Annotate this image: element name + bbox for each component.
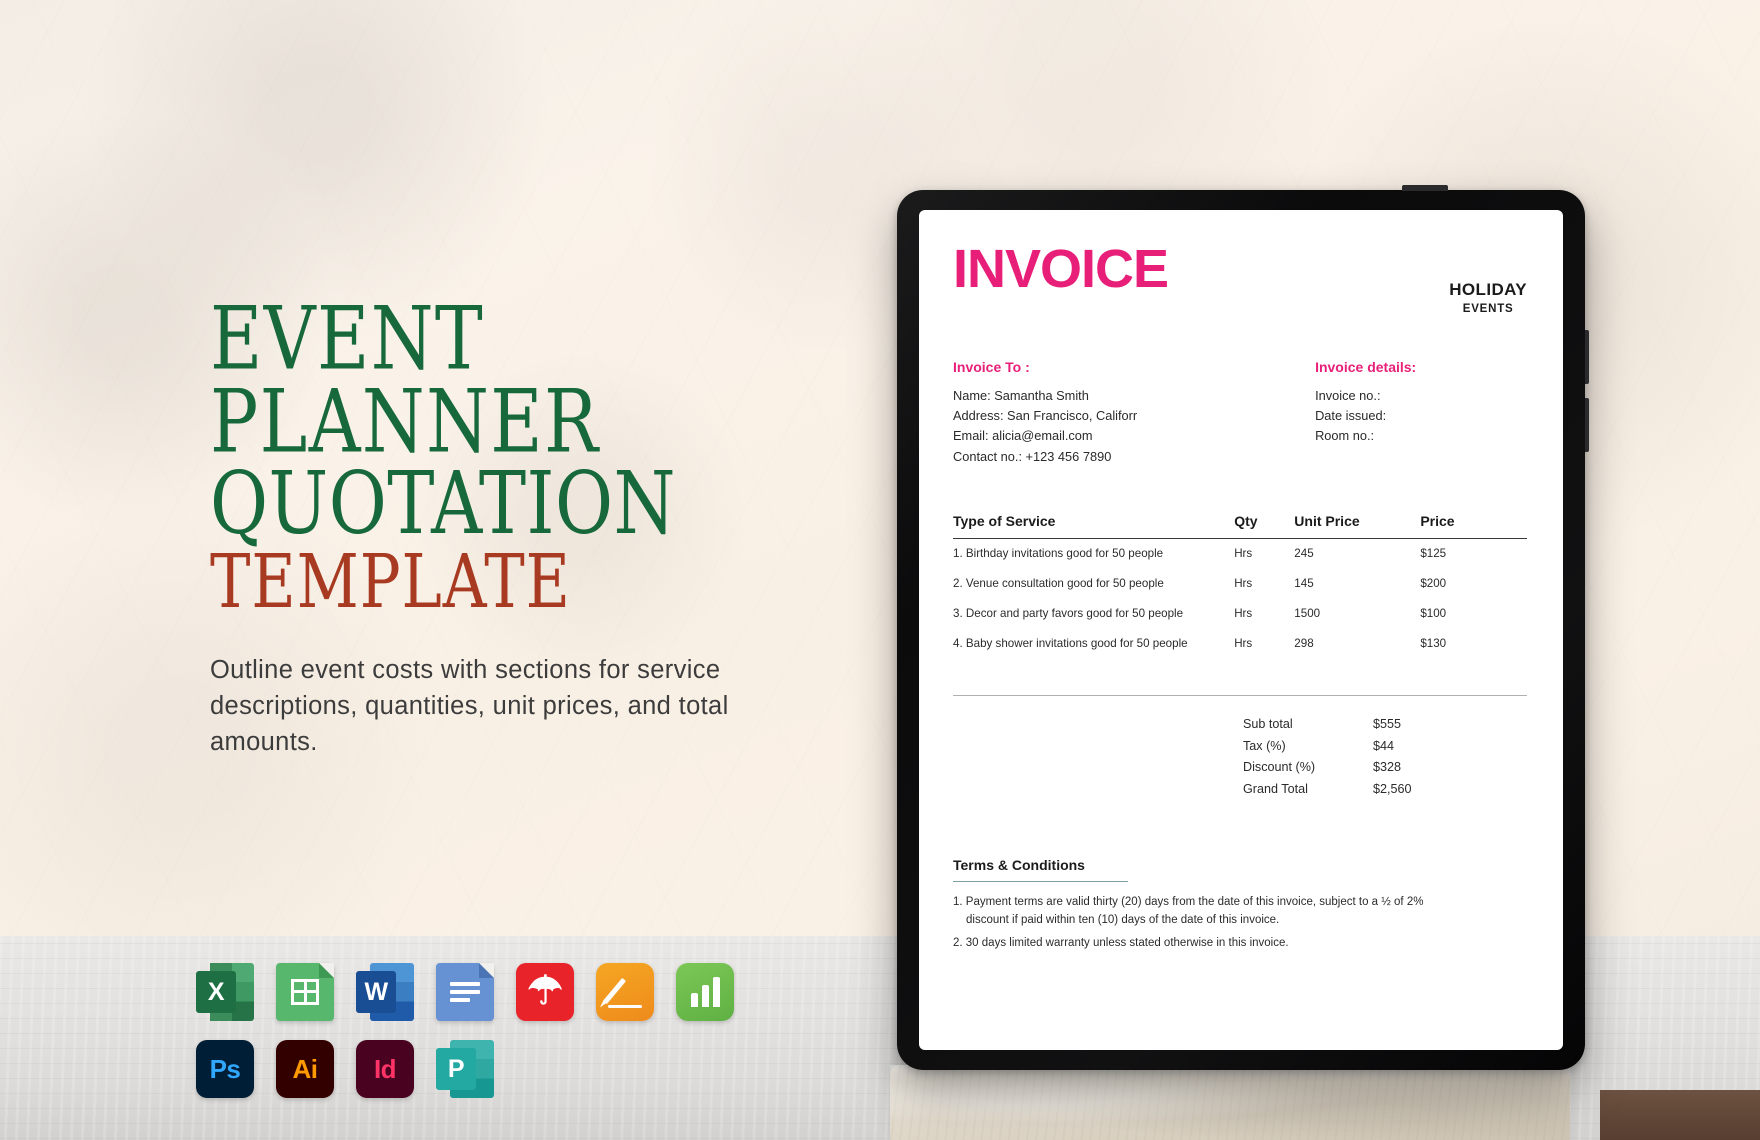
invoice-details-block: Invoice details: Invoice no.: Date issue… <box>1315 359 1527 467</box>
subtotal-row: Sub total $555 <box>1243 714 1527 736</box>
promo-title-line-1: EVENT <box>210 288 485 390</box>
excel-icon-label: X <box>207 977 225 1006</box>
grand-total-label: Grand Total <box>1243 781 1308 796</box>
bill-to-contact: Contact no.: +123 456 7890 <box>953 448 1112 464</box>
cell-price: $130 <box>1420 637 1447 651</box>
terms-heading: Terms & Conditions <box>953 856 1085 873</box>
services-table-header: Type of Service Qty Unit Price Price <box>953 513 1527 539</box>
terms-item-text: 1. Payment terms are valid thirty (20) d… <box>953 895 1424 908</box>
cell-qty: Hrs <box>1234 607 1253 621</box>
terms-item-continuation: discount if paid within ten (10) days of… <box>966 914 1280 927</box>
company-name-line-2: EVENTS <box>1462 303 1514 315</box>
promo-description: Outline event costs with sections for se… <box>210 656 729 757</box>
stone-pedestal <box>890 1065 1570 1140</box>
invoice-title: INVOICE <box>953 239 1169 299</box>
cell-qty: Hrs <box>1234 637 1253 651</box>
bill-to-email: Email: alicia@email.com <box>953 428 1093 444</box>
cell-unit-price: 298 <box>1294 637 1314 651</box>
tax-row: Tax (%) $44 <box>1243 736 1527 758</box>
tablet-volume-down-button[interactable] <box>1585 398 1589 452</box>
google-docs-icon[interactable] <box>436 963 494 1021</box>
cell-unit-price: 245 <box>1294 547 1314 561</box>
bill-to-address: Address: San Francisco, Califorr <box>953 408 1138 424</box>
terms-item: 2. 30 days limited warranty unless state… <box>953 934 1527 953</box>
google-sheets-icon[interactable] <box>276 963 334 1021</box>
invoice-parties: Invoice To : Name: Samantha Smith Addres… <box>953 359 1527 467</box>
date-issued-field: Date issued: <box>1315 408 1387 424</box>
apple-numbers-icon[interactable] <box>676 963 734 1021</box>
tablet-screen: INVOICE HOLIDAY EVENTS Invoice To : Name… <box>919 210 1563 1050</box>
word-icon-label: W <box>364 977 388 1006</box>
subtotal-label: Sub total <box>1243 716 1293 731</box>
tax-label: Tax (%) <box>1243 738 1286 753</box>
grand-total-value: $2,560 <box>1373 781 1412 796</box>
adobe-illustrator-icon[interactable]: Ai <box>276 1040 334 1098</box>
publisher-icon-label: P <box>447 1054 465 1083</box>
invoice-document: INVOICE HOLIDAY EVENTS Invoice To : Name… <box>919 210 1563 952</box>
tablet-volume-up-button[interactable] <box>1585 330 1589 384</box>
apple-pages-icon[interactable] <box>596 963 654 1021</box>
adobe-pdf-icon[interactable]: ☂ <box>516 963 574 1021</box>
table-row: 1. Birthday invitations good for 50 peop… <box>953 539 1527 569</box>
file-format-icons-row-1: X W ☂ <box>196 963 734 1021</box>
adobe-photoshop-icon[interactable]: Ps <box>196 1040 254 1098</box>
grand-total-row: Grand Total $2,560 <box>1243 779 1527 801</box>
file-format-icons-row-2: Ps Ai Id P <box>196 1040 494 1098</box>
table-row: 2. Venue consultation good for 50 people… <box>953 569 1527 599</box>
discount-label: Discount (%) <box>1243 760 1316 775</box>
cell-service: 4. Baby shower invitations good for 50 p… <box>953 637 1188 651</box>
wood-table-edge <box>1600 1090 1760 1140</box>
table-row: 4. Baby shower invitations good for 50 p… <box>953 629 1527 659</box>
cell-price: $125 <box>1420 547 1447 561</box>
promo-title-line-3: QUOTATION <box>210 455 676 555</box>
microsoft-publisher-icon[interactable]: P <box>436 1040 494 1098</box>
room-number-field: Room no.: <box>1315 428 1375 444</box>
services-table: Type of Service Qty Unit Price Price 1. … <box>953 513 1527 801</box>
table-row: 3. Decor and party favors good for 50 pe… <box>953 599 1527 629</box>
cell-service: 1. Birthday invitations good for 50 peop… <box>953 547 1164 561</box>
promo-title-line-2: PLANNER <box>210 371 600 473</box>
promo-title-accent: TEMPLATE <box>210 538 571 625</box>
company-name-line-1: HOLIDAY <box>1449 280 1527 299</box>
photoshop-icon-label: Ps <box>209 1053 241 1084</box>
adobe-indesign-icon[interactable]: Id <box>356 1040 414 1098</box>
discount-value: $328 <box>1373 760 1402 775</box>
tablet-power-button[interactable] <box>1402 185 1448 191</box>
cell-unit-price: 1500 <box>1294 607 1321 621</box>
column-header-service: Type of Service <box>953 512 1056 529</box>
illustrator-icon-label: Ai <box>292 1053 319 1084</box>
invoice-details-heading: Invoice details: <box>1315 359 1417 375</box>
bill-to-block: Invoice To : Name: Samantha Smith Addres… <box>953 359 1315 467</box>
company-logo: HOLIDAY EVENTS <box>1449 242 1527 315</box>
totals-block: Sub total $555 Tax (%) $44 Discount (%) … <box>953 714 1527 801</box>
indesign-icon-label: Id <box>373 1053 397 1084</box>
totals-divider <box>953 694 1527 696</box>
discount-row: Discount (%) $328 <box>1243 757 1527 779</box>
cell-qty: Hrs <box>1234 577 1253 591</box>
column-header-price: Price <box>1420 512 1455 529</box>
column-header-qty: Qty <box>1234 512 1258 529</box>
tax-value: $44 <box>1373 738 1395 753</box>
promo-copy: EVENT PLANNER QUOTATION TEMPLATE Outline… <box>210 288 830 761</box>
subtotal-value: $555 <box>1373 716 1402 731</box>
terms-item: 1. Payment terms are valid thirty (20) d… <box>953 893 1527 930</box>
bill-to-heading: Invoice To : <box>953 359 1030 375</box>
cell-price: $200 <box>1420 577 1447 591</box>
bill-to-name: Name: Samantha Smith <box>953 388 1089 403</box>
cell-price: $100 <box>1420 607 1447 621</box>
terms-divider <box>953 880 1128 882</box>
terms-item-text: 2. 30 days limited warranty unless state… <box>953 936 1289 949</box>
cell-service: 2. Venue consultation good for 50 people <box>953 577 1164 591</box>
invoice-header: INVOICE HOLIDAY EVENTS <box>953 242 1527 315</box>
cell-qty: Hrs <box>1234 547 1253 561</box>
tablet-device-mockup: INVOICE HOLIDAY EVENTS Invoice To : Name… <box>897 185 1589 1070</box>
cell-service: 3. Decor and party favors good for 50 pe… <box>953 607 1184 621</box>
column-header-unit-price: Unit Price <box>1294 512 1360 529</box>
cell-unit-price: 145 <box>1294 577 1314 591</box>
microsoft-word-icon[interactable]: W <box>356 963 414 1021</box>
invoice-number-field: Invoice no.: <box>1315 388 1381 403</box>
terms-and-conditions: Terms & Conditions 1. Payment terms are … <box>953 857 1527 953</box>
microsoft-excel-icon[interactable]: X <box>196 963 254 1021</box>
promo-scene: EVENT PLANNER QUOTATION TEMPLATE Outline… <box>0 0 1760 1140</box>
